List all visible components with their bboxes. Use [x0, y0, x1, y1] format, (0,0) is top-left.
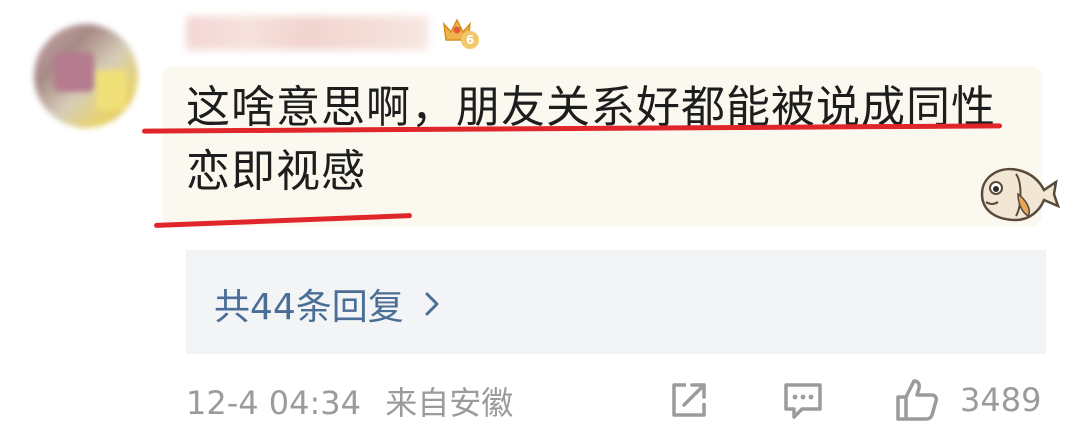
- username-blurred[interactable]: [186, 16, 428, 50]
- location: 来自安徽: [385, 384, 514, 422]
- share-button[interactable]: [666, 374, 712, 426]
- comment-icon: [784, 383, 822, 419]
- comment-meta: 12-4 04:34 来自安徽: [186, 378, 513, 424]
- avatar[interactable]: [34, 24, 138, 128]
- comment-footer: 12-4 04:34 来自安徽 3489: [0, 370, 1078, 430]
- crown-badge-icon: 6: [442, 18, 479, 49]
- comment-button[interactable]: [780, 374, 826, 426]
- view-replies-link[interactable]: 共44条回复: [214, 276, 442, 332]
- timestamp: 12-4 04:34: [186, 384, 362, 422]
- replies-count-label: 共44条回复: [214, 287, 404, 328]
- vip-level-text: 6: [466, 33, 474, 47]
- fish-sticker-icon: [980, 167, 1060, 222]
- thumbs-up-icon: [896, 379, 938, 421]
- comment-text: 这啥意思啊，朋友关系好都能被说成同性恋即视感: [186, 82, 996, 197]
- chevron-right-icon: [425, 292, 439, 316]
- share-icon: [672, 383, 706, 417]
- like-button[interactable]: 3489: [892, 374, 1041, 426]
- like-count: 3489: [960, 381, 1042, 419]
